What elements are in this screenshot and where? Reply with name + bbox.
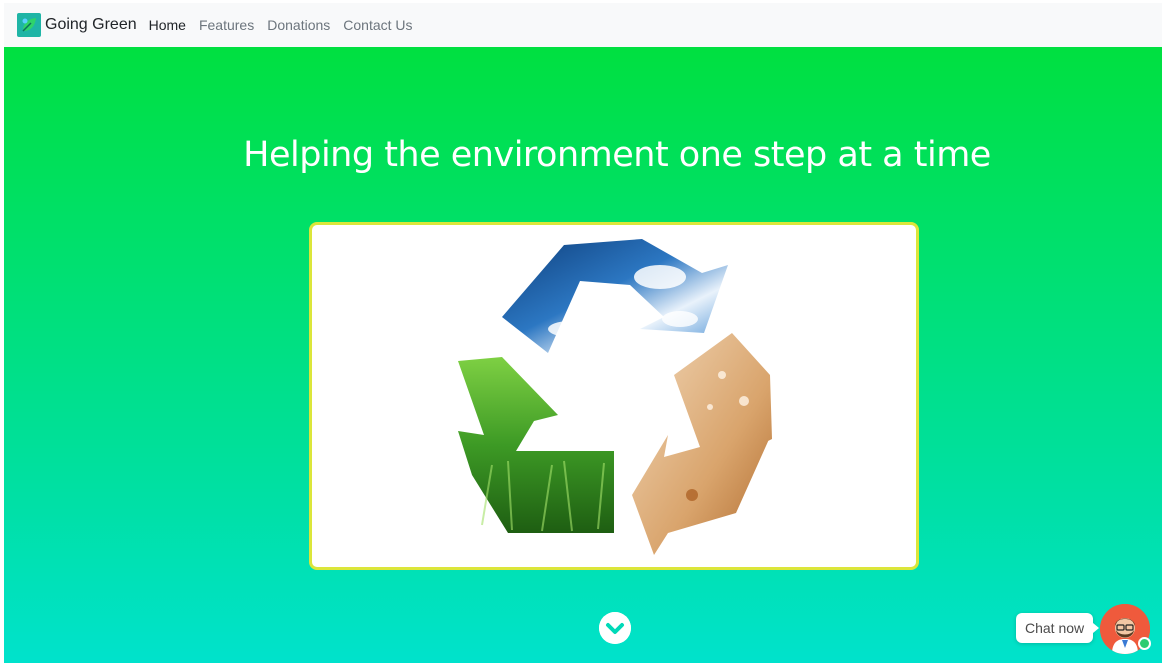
nav-links: Home Features Donations Contact Us	[149, 17, 426, 33]
hero-image-frame	[309, 222, 919, 570]
recycle-symbol-image	[458, 239, 772, 555]
leaf-logo-icon	[17, 13, 41, 37]
navbar: Going Green Home Features Donations Cont…	[4, 3, 1162, 47]
nav-link-home[interactable]: Home	[149, 17, 186, 33]
brand-name: Going Green	[45, 16, 137, 33]
scroll-down-button[interactable]	[599, 612, 631, 644]
nav-link-donations[interactable]: Donations	[267, 17, 330, 33]
chevron-down-icon	[599, 612, 631, 644]
nav-link-features[interactable]: Features	[199, 17, 254, 33]
online-status-dot	[1138, 637, 1151, 650]
hero-title: Helping the environment one step at a ti…	[243, 135, 991, 175]
brand-link[interactable]: Going Green	[17, 13, 137, 37]
nav-link-contact-us[interactable]: Contact Us	[343, 17, 412, 33]
chat-now-button[interactable]: Chat now	[1016, 613, 1100, 643]
hero-section: Helping the environment one step at a ti…	[4, 47, 1162, 663]
